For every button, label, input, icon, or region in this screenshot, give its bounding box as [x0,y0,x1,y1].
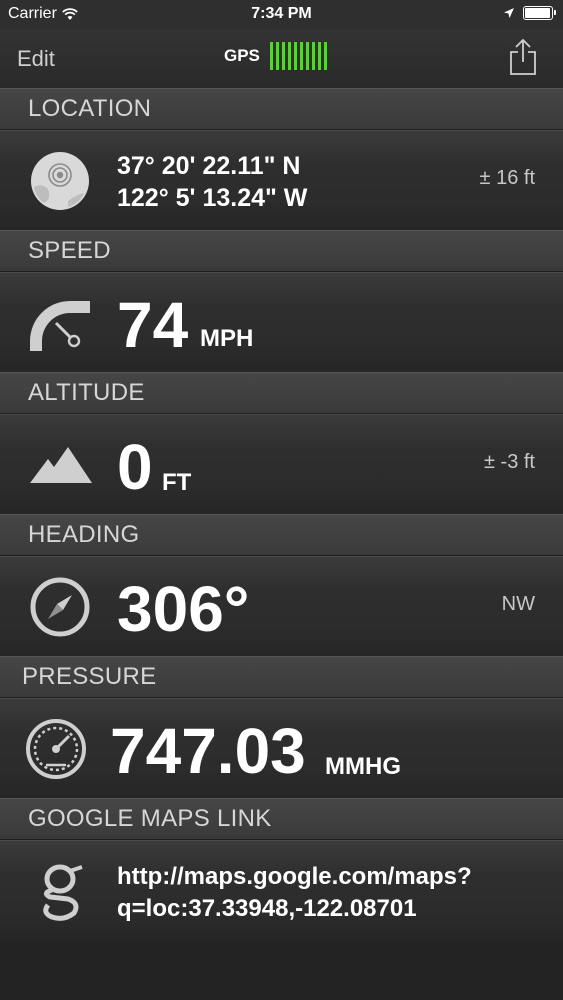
gps-signal-bars [269,42,327,70]
section-header-maps: GOOGLE MAPS LINK [0,798,563,840]
maps-url-line1: http://maps.google.com/maps? [117,863,472,890]
compass-icon [28,575,92,639]
share-button[interactable] [509,38,537,81]
section-header-altitude: ALTITUDE [0,372,563,414]
gps-signal-bar [317,42,321,70]
section-header-heading: HEADING [0,514,563,556]
gps-signal-bar [281,42,285,70]
pressure-value: 747.03 [110,715,306,787]
speed-value: 74 [117,289,189,361]
google-icon [28,859,92,923]
gps-signal-bar [275,42,279,70]
maps-url-line2: q=loc:37.33948,-122.08701 [117,895,417,922]
altitude-accuracy: ± -3 ft [484,451,535,473]
edit-button[interactable]: Edit [17,46,55,72]
pressure-row[interactable]: 747.03 MMHG [0,698,563,798]
speed-row[interactable]: 74 MPH [0,272,563,372]
location-accuracy: ± 16 ft [479,167,535,189]
battery-icon [523,6,556,20]
latitude: 37° 20' 22.11" N [117,152,301,180]
status-bar: Carrier 7:34 PM [0,0,563,30]
altitude-row[interactable]: 0 FT ± -3 ft [0,414,563,514]
gps-indicator: GPS [224,42,327,70]
maps-row[interactable]: http://maps.google.com/maps? q=loc:37.33… [0,840,563,940]
gps-signal-bar [287,42,291,70]
gps-signal-bar [269,42,273,70]
coordinates: 37° 20' 22.11" N 122° 5' 13.24" W [117,150,307,214]
pressure-unit: MMHG [325,753,401,780]
nav-bar: Edit GPS [0,30,563,88]
heading-direction: NW [501,593,535,615]
heading-row[interactable]: 306° NW [0,556,563,656]
share-icon [510,38,536,75]
status-time: 7:34 PM [251,5,312,22]
location-row[interactable]: 37° 20' 22.11" N 122° 5' 13.24" W ± 16 f… [0,130,563,230]
gps-signal-bar [305,42,309,70]
speedometer-icon [28,291,92,355]
status-right [503,6,556,20]
mountain-icon [28,433,92,497]
barometer-icon [24,717,88,781]
section-header-pressure: PRESSURE [0,656,563,698]
gps-signal-bar [311,42,315,70]
longitude: 122° 5' 13.24" W [117,184,308,212]
heading-value: 306° [117,573,250,645]
altitude-value: 0 [117,431,153,503]
section-header-speed: SPEED [0,230,563,272]
altitude-unit: FT [162,469,192,496]
maps-url[interactable]: http://maps.google.com/maps? q=loc:37.33… [117,861,472,925]
empty-area [0,940,563,1000]
gps-label: GPS [224,46,260,65]
gps-signal-bar [299,42,303,70]
gps-signal-bar [323,42,327,70]
gps-signal-bar [293,42,297,70]
globe-icon [28,149,92,213]
location-arrow-icon [504,8,514,18]
section-header-location: LOCATION [0,88,563,130]
speed-unit: MPH [200,325,254,352]
